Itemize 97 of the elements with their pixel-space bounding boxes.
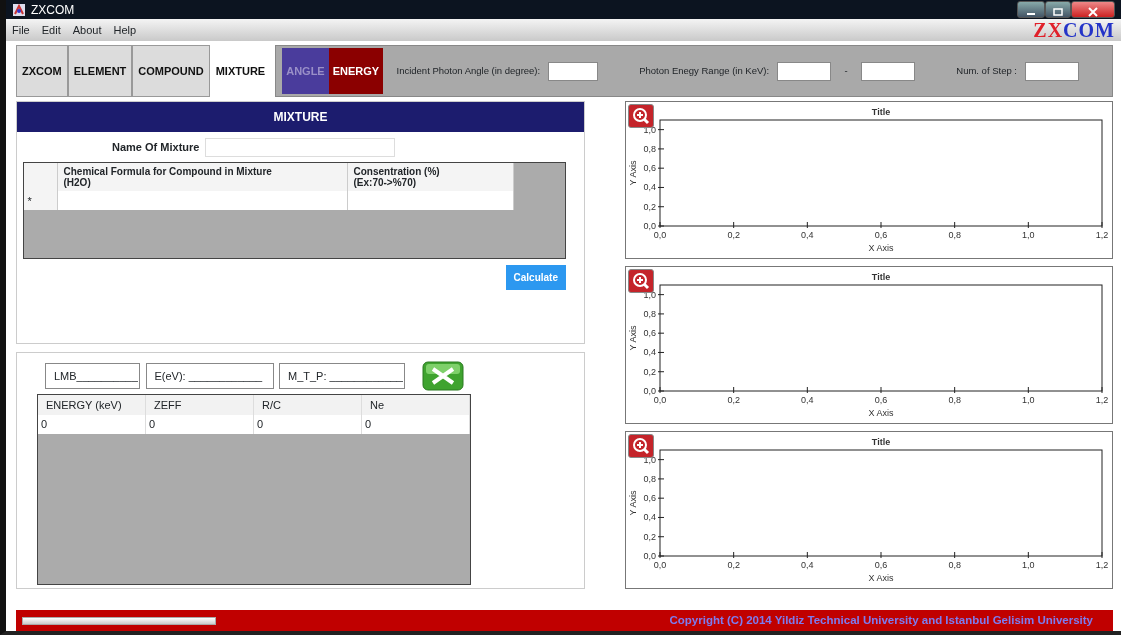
column-header: ZEFF <box>146 394 254 416</box>
zoom-in-button[interactable] <box>628 104 654 128</box>
tick-label: 0,6 <box>874 395 888 405</box>
tick-label: 0,8 <box>948 230 961 240</box>
tick-label: 1,2 <box>1095 395 1109 405</box>
tick-label: 0,6 <box>874 560 888 570</box>
zoom-in-button[interactable] <box>628 434 654 458</box>
close-icon <box>1088 6 1098 17</box>
range-separator: - <box>844 63 848 78</box>
field-label: Num. of Step : <box>956 63 1017 78</box>
tick-label: 0,2 <box>727 395 740 405</box>
tick-label: 0,0 <box>643 221 656 231</box>
tick-label: 0,8 <box>643 308 656 319</box>
tick-label: 0,0 <box>653 560 667 570</box>
axis-title: Y Axis <box>628 325 638 351</box>
maximize-button[interactable] <box>1045 1 1071 18</box>
minimize-button[interactable] <box>1017 1 1045 18</box>
tick-label: 0,8 <box>643 473 656 484</box>
export-button[interactable] <box>421 361 464 391</box>
tick-label: 0,4 <box>643 182 656 193</box>
tick-label: 0,8 <box>643 143 656 154</box>
tick-label: 0,8 <box>948 395 961 405</box>
table-cell: 0 <box>254 415 362 434</box>
input-field[interactable] <box>548 61 599 81</box>
panel-header: MIXTURE <box>17 102 584 132</box>
table-cell[interactable] <box>347 191 514 210</box>
table-cell[interactable] <box>57 191 348 210</box>
table-cell: 0 <box>38 415 146 434</box>
axis-title: Y Axis <box>628 490 638 516</box>
field-label: E(eV): ____________ <box>145 362 274 390</box>
input-field[interactable] <box>777 61 832 81</box>
menu-item[interactable]: File <box>12 21 30 39</box>
tick-label: 0,4 <box>801 560 814 570</box>
x-mark-icon <box>421 361 464 391</box>
zoom-in-icon <box>632 107 650 125</box>
tick-label: 0,6 <box>874 230 888 240</box>
tick-label: 0,6 <box>643 328 656 339</box>
axis-title: X Axis <box>868 573 894 583</box>
tick-label: 1,2 <box>1095 560 1109 570</box>
chart-title: Title <box>871 272 891 282</box>
menu-item[interactable]: Edit <box>41 21 61 39</box>
column-header: Chemical Formula for Compound in Mixture (H2O) <box>57 163 348 191</box>
grid-corner <box>23 163 58 191</box>
tick-label: 0,0 <box>643 551 656 561</box>
tick-label: 1,2 <box>1095 230 1109 240</box>
tab[interactable]: ELEMENT <box>67 45 133 97</box>
column-header: Consentration (%) (Ex:70->%70) <box>347 163 514 191</box>
tab[interactable]: COMPOUND <box>132 45 210 97</box>
tick-label: 0,8 <box>948 560 961 570</box>
row-header: * <box>23 191 58 210</box>
chart-title: Title <box>871 107 891 117</box>
tick-label: 0,4 <box>801 395 814 405</box>
tick-label: 0,4 <box>801 230 814 240</box>
input-field[interactable] <box>1025 61 1079 81</box>
field-label: LMB__________ <box>45 362 140 390</box>
tick-label: 0,0 <box>653 230 667 240</box>
field-label: M_T_P: ____________ <box>279 362 405 390</box>
tick-label: 0,6 <box>643 493 656 504</box>
menu-item[interactable]: Help <box>113 21 137 39</box>
close-button[interactable] <box>1071 1 1115 18</box>
column-header: R/C <box>254 394 362 416</box>
app-logo: ZXCOM <box>1033 20 1115 40</box>
field-label: Name Of Mixture <box>112 139 200 155</box>
table-cell: 0 <box>146 415 254 434</box>
maximize-icon <box>1053 7 1063 16</box>
zoom-in-icon <box>632 437 650 455</box>
field-label: Incident Photon Angle (in degree): <box>396 63 541 78</box>
tick-label: 0,2 <box>727 560 740 570</box>
tick-label: 0,2 <box>643 366 656 377</box>
app-icon <box>12 2 26 17</box>
menu-item[interactable]: About <box>72 21 102 39</box>
tick-label: 1,0 <box>1022 395 1035 405</box>
chart-title: Title <box>871 437 891 447</box>
tick-label: 0,0 <box>643 386 656 396</box>
tick-label: 0,6 <box>643 163 656 174</box>
mode-button[interactable]: ENERGY <box>328 48 384 94</box>
axis-title: X Axis <box>868 243 894 253</box>
tick-label: 1,0 <box>1022 560 1035 570</box>
table-cell: 0 <box>362 415 470 434</box>
input-field[interactable] <box>861 61 916 81</box>
column-header: Ne <box>362 394 470 416</box>
tick-label: 0,2 <box>643 201 656 212</box>
tick-label: 0,0 <box>653 395 667 405</box>
window-title: ZXCOM <box>31 1 75 19</box>
tick-label: 1,0 <box>1022 230 1035 240</box>
tick-label: 0,2 <box>643 531 656 542</box>
tick-label: 0,2 <box>727 230 740 240</box>
zoom-in-button[interactable] <box>628 269 654 293</box>
column-header: ENERGY (keV) <box>38 394 146 416</box>
copyright-text: Copyright (C) 2014 Yildiz Technical University and Istanbul Gelisim University <box>669 612 1093 628</box>
tick-label: 0,4 <box>643 512 656 523</box>
axis-title: Y Axis <box>628 160 638 186</box>
zoom-in-icon <box>632 272 650 290</box>
field-label: Photon Enegy Range (in KeV): <box>639 63 770 78</box>
axis-title: X Axis <box>868 408 894 418</box>
tab[interactable]: ZXCOM <box>16 45 68 97</box>
tick-label: 0,4 <box>643 347 656 358</box>
